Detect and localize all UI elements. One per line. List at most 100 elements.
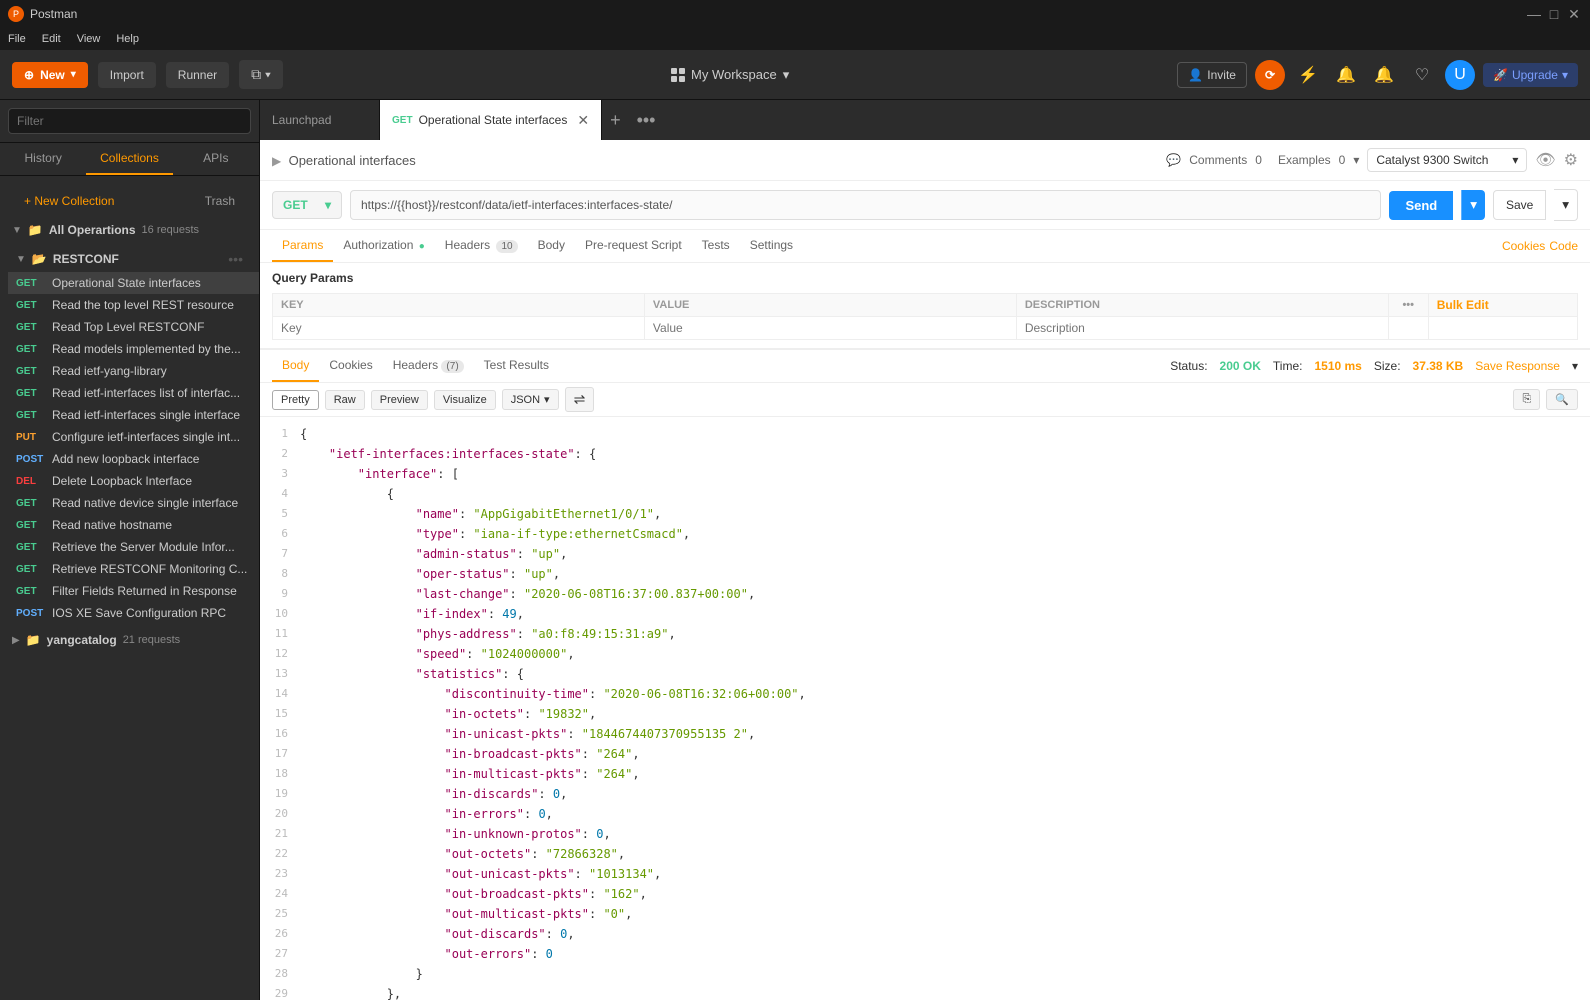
restconf-header[interactable]: ▼ 📂 RESTCONF ••• [0,246,259,272]
restconf-item-2[interactable]: GETRead Top Level RESTCONF [8,316,259,338]
restconf-item-13[interactable]: GETRetrieve RESTCONF Monitoring C... [8,558,259,580]
window-controls[interactable]: — □ ✕ [1526,6,1582,22]
menu-view[interactable]: View [77,33,101,45]
key-input[interactable] [281,321,636,335]
restconf-item-4[interactable]: GETRead ietf-yang-library [8,360,259,382]
tab-more-button[interactable]: ••• [629,110,664,131]
url-input[interactable] [350,190,1381,220]
pretty-button[interactable]: Pretty [272,390,319,410]
upgrade-button[interactable]: 🚀 Upgrade ▾ [1483,63,1578,87]
preview-button[interactable]: Preview [371,390,428,410]
tab-operational-state[interactable]: GET Operational State interfaces ✕ [380,100,602,140]
sidebar: History Collections APIs + New Collectio… [0,100,260,1000]
yangcatalog-header[interactable]: ▶ 📁 yangcatalog 21 requests [0,628,259,652]
restconf-item-8[interactable]: POSTAdd new loopback interface [8,448,259,470]
menu-file[interactable]: File [8,33,26,45]
req-tab-tests[interactable]: Tests [692,230,740,262]
line-number-27: 27 [260,945,300,965]
new-collection-button[interactable]: + New Collection [12,188,126,214]
raw-button[interactable]: Raw [325,390,365,410]
restconf-item-0[interactable]: GETOperational State interfaces [8,272,259,294]
req-tab-pre-request[interactable]: Pre-request Script [575,230,692,262]
save-button[interactable]: Save [1493,190,1546,220]
resp-tab-test-results[interactable]: Test Results [474,350,559,382]
tab-history[interactable]: History [0,143,86,175]
restconf-item-11[interactable]: GETRead native hostname [8,514,259,536]
send-dropdown-button[interactable]: ▾ [1461,190,1485,220]
resp-tab-body[interactable]: Body [272,350,319,382]
req-tab-authorization[interactable]: Authorization ● [333,230,434,262]
description-input[interactable] [1025,321,1380,335]
menu-help[interactable]: Help [116,33,139,45]
send-button[interactable]: Send [1389,191,1453,220]
tab-add-button[interactable]: + [602,110,629,131]
bell-icon[interactable]: 🔔 [1331,60,1361,90]
tab-method-badge: GET [392,115,413,126]
req-tab-headers[interactable]: Headers 10 [435,230,528,262]
line-number-18: 18 [260,765,300,785]
method-dropdown-icon: ▾ [325,198,331,212]
restconf-item-1[interactable]: GETRead the top level REST resource [8,294,259,316]
bulk-edit-link[interactable]: Bulk Edit [1437,298,1489,312]
req-tab-settings[interactable]: Settings [740,230,803,262]
notification-icon[interactable]: 🔔 [1369,60,1399,90]
restconf-item-3[interactable]: GETRead models implemented by the... [8,338,259,360]
eye-icon[interactable]: 👁 [1535,150,1555,170]
restconf-more-icon[interactable]: ••• [228,251,243,267]
close-btn[interactable]: ✕ [1566,6,1582,22]
resp-tab-headers[interactable]: Headers (7) [383,350,474,382]
tab-collections[interactable]: Collections [86,143,172,175]
code-line-22: 22 "out-octets": "72866328", [260,845,1590,865]
wrap-button[interactable]: ⇌ [565,387,595,412]
copy-response-button[interactable]: ⎘ [1513,389,1540,410]
import-button[interactable]: Import [98,62,156,88]
code-link[interactable]: Code [1549,239,1578,253]
search-response-button[interactable]: 🔍 [1546,389,1578,410]
search-input[interactable] [8,108,251,134]
postman-sync-icon[interactable]: ⟳ [1255,60,1285,90]
method-select[interactable]: GET ▾ [272,191,342,219]
restconf-item-9[interactable]: DELDelete Loopback Interface [8,470,259,492]
restconf-item-7[interactable]: PUTConfigure ietf-interfaces single int.… [8,426,259,448]
line-content-5: "name": "AppGigabitEthernet1/0/1", [300,505,1590,525]
toolbar: ⊕ New ▾ Import Runner ⧉ ▾ My Workspace ▾… [0,50,1590,100]
lightning-icon[interactable]: ⚡ [1293,60,1323,90]
maximize-btn[interactable]: □ [1546,6,1562,22]
item-label-13: Retrieve RESTCONF Monitoring C... [52,562,247,576]
tab-close-icon[interactable]: ✕ [577,112,589,129]
restconf-item-12[interactable]: GETRetrieve the Server Module Infor... [8,536,259,558]
save-response-button[interactable]: Save Response [1475,359,1560,373]
restconf-item-6[interactable]: GETRead ietf-interfaces single interface [8,404,259,426]
tab-launchpad[interactable]: Launchpad [260,100,380,140]
invite-button[interactable]: 👤 Invite [1177,62,1247,88]
restconf-item-5[interactable]: GETRead ietf-interfaces list of interfac… [8,382,259,404]
value-input[interactable] [653,321,1008,335]
new-button[interactable]: ⊕ New ▾ [12,62,88,88]
user-icon[interactable]: U [1445,60,1475,90]
menu-edit[interactable]: Edit [42,33,61,45]
save-response-dropdown[interactable]: ▾ [1572,359,1578,373]
settings-icon[interactable]: ⚙ [1564,150,1578,170]
trash-button[interactable]: Trash [205,194,247,208]
workspace-button[interactable]: My Workspace ▾ [671,67,789,83]
code-view[interactable]: 1{2 "ietf-interfaces:interfaces-state": … [260,417,1590,1000]
environment-selector[interactable]: Catalyst 9300 Switch ▾ [1367,148,1527,172]
heart-icon[interactable]: ♡ [1407,60,1437,90]
save-dropdown-button[interactable]: ▾ [1554,189,1578,221]
cookies-link[interactable]: Cookies [1502,239,1545,253]
item-label-2: Read Top Level RESTCONF [52,320,205,334]
restconf-item-10[interactable]: GETRead native device single interface [8,492,259,514]
req-tab-params[interactable]: Params [272,230,333,262]
minimize-btn[interactable]: — [1526,6,1542,22]
examples-dropdown[interactable]: ▾ [1353,153,1359,167]
restconf-item-14[interactable]: GETFilter Fields Returned in Response [8,580,259,602]
restconf-item-15[interactable]: POSTIOS XE Save Configuration RPC [8,602,259,624]
tab-apis[interactable]: APIs [173,143,259,175]
all-operations-header[interactable]: ▼ 📁 All Operartions 16 requests [0,218,259,242]
extra-button[interactable]: ⧉ ▾ [239,60,283,89]
runner-button[interactable]: Runner [166,62,229,88]
format-selector[interactable]: JSON ▾ [502,389,559,410]
req-tab-body[interactable]: Body [528,230,575,262]
resp-tab-cookies[interactable]: Cookies [319,350,382,382]
visualize-button[interactable]: Visualize [434,390,496,410]
